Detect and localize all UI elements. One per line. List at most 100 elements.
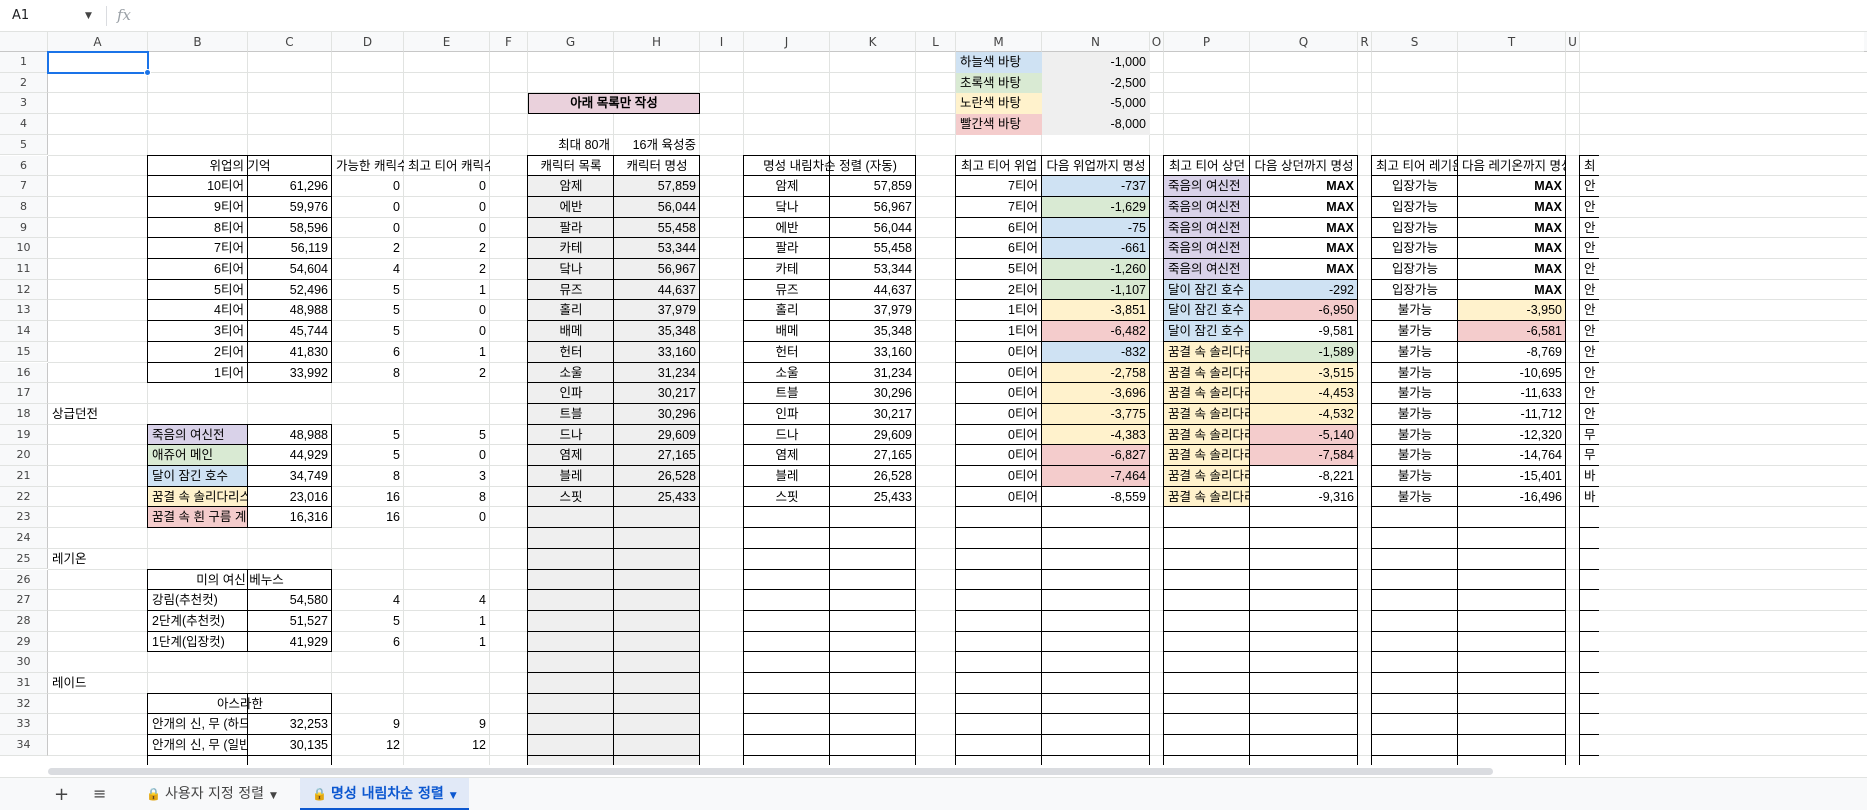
column-header-d[interactable]: D bbox=[332, 32, 404, 52]
row-header-33[interactable]: 33 bbox=[0, 714, 48, 736]
legion-status-table-hline bbox=[1372, 651, 1566, 653]
char-legion-status: 입장가능 bbox=[1391, 262, 1438, 276]
row-header-11[interactable]: 11 bbox=[0, 259, 48, 280]
column-header-c[interactable]: C bbox=[248, 32, 332, 52]
input-row-bg[interactable] bbox=[528, 548, 700, 570]
column-header-k[interactable]: K bbox=[830, 32, 916, 52]
column-header-q[interactable]: Q bbox=[1250, 32, 1358, 52]
row-header-8[interactable]: 8 bbox=[0, 196, 48, 218]
tab-custom-sort[interactable]: 🔒 사용자 지정 정렬 ▼ bbox=[134, 778, 289, 810]
row-header-10[interactable]: 10 bbox=[0, 238, 48, 259]
char-max-dungeon: 죽음의 여신전 bbox=[1164, 238, 1250, 259]
add-sheet-button[interactable]: + bbox=[54, 784, 69, 805]
scrollbar-thumb[interactable] bbox=[48, 768, 1493, 775]
column-header-l[interactable]: L bbox=[916, 32, 956, 52]
selected-cell-a1[interactable] bbox=[47, 51, 149, 74]
column-header-m[interactable]: M bbox=[956, 32, 1042, 52]
input-row-bg[interactable] bbox=[528, 673, 700, 694]
row-header-16[interactable]: 16 bbox=[0, 362, 48, 384]
row-header-28[interactable]: 28 bbox=[0, 610, 48, 632]
row-header-34[interactable]: 34 bbox=[0, 735, 48, 756]
row-header-17[interactable]: 17 bbox=[0, 383, 48, 404]
row-header-1[interactable]: 1 bbox=[0, 52, 48, 73]
legend-label: 하늘색 바탕 bbox=[956, 52, 1042, 73]
row-header-22[interactable]: 22 bbox=[0, 486, 48, 508]
next-dungeon-fame: MAX bbox=[1326, 262, 1354, 276]
column-header-j[interactable]: J bbox=[744, 32, 830, 52]
tier-status-table-hline bbox=[956, 382, 1150, 384]
select-all-corner[interactable] bbox=[0, 32, 48, 52]
column-header-h[interactable]: H bbox=[614, 32, 700, 52]
horizontal-scrollbar[interactable] bbox=[48, 765, 1867, 777]
tier-status-table-hline bbox=[956, 361, 1150, 363]
row-header-9[interactable]: 9 bbox=[0, 217, 48, 239]
row-header-20[interactable]: 20 bbox=[0, 445, 48, 466]
row-header-13[interactable]: 13 bbox=[0, 300, 48, 322]
column-header-r[interactable]: R bbox=[1358, 32, 1372, 52]
column-header-o[interactable]: O bbox=[1150, 32, 1164, 52]
fill-handle[interactable] bbox=[144, 68, 151, 76]
all-sheets-icon[interactable]: ≡ bbox=[93, 784, 106, 803]
row-header-14[interactable]: 14 bbox=[0, 321, 48, 342]
legion-status-table-hline bbox=[1372, 734, 1566, 736]
input-row-bg[interactable] bbox=[528, 755, 700, 765]
chevron-down-icon[interactable]: ▼ bbox=[450, 791, 457, 801]
row-header-21[interactable]: 21 bbox=[0, 466, 48, 487]
input-row-bg[interactable] bbox=[528, 507, 700, 529]
next-tier-fame: -3,696 bbox=[1042, 383, 1150, 404]
name-box-dropdown-icon[interactable]: ▼ bbox=[85, 11, 92, 21]
row-header-6[interactable]: 6 bbox=[0, 155, 48, 177]
input-row-bg[interactable] bbox=[528, 631, 700, 653]
input-row-bg[interactable] bbox=[528, 610, 700, 632]
tab-fame-desc-sort[interactable]: 🔒 명성 내림차순 정렬 ▼ bbox=[300, 778, 469, 810]
row-header-12[interactable]: 12 bbox=[0, 279, 48, 301]
row-header-3[interactable]: 3 bbox=[0, 93, 48, 115]
row-header-32[interactable]: 32 bbox=[0, 693, 48, 715]
input-row-bg[interactable] bbox=[528, 590, 700, 611]
row-header-26[interactable]: 26 bbox=[0, 569, 48, 591]
column-header-u[interactable]: U bbox=[1566, 32, 1580, 52]
input-row-bg[interactable] bbox=[528, 735, 700, 756]
row-header-29[interactable]: 29 bbox=[0, 631, 48, 653]
chevron-down-icon[interactable]: ▼ bbox=[270, 791, 277, 801]
row-header-24[interactable]: 24 bbox=[0, 528, 48, 549]
row-header-4[interactable]: 4 bbox=[0, 114, 48, 135]
column-header-t[interactable]: T bbox=[1458, 32, 1566, 52]
input-row-bg[interactable] bbox=[528, 693, 700, 715]
char-max-dungeon: 꿈결 속 솔리다리스 bbox=[1164, 362, 1250, 384]
row-header-5[interactable]: 5 bbox=[0, 134, 48, 156]
column-header-a[interactable]: A bbox=[48, 32, 148, 52]
column-header-n[interactable]: N bbox=[1042, 32, 1150, 52]
sorted-table-hline bbox=[744, 672, 916, 673]
legion-table-hline bbox=[148, 651, 332, 653]
input-row-bg[interactable] bbox=[528, 714, 700, 736]
column-header-p[interactable]: P bbox=[1164, 32, 1250, 52]
row-header-23[interactable]: 23 bbox=[0, 507, 48, 529]
input-row-bg[interactable] bbox=[528, 569, 700, 591]
row-header-30[interactable]: 30 bbox=[0, 652, 48, 673]
row-header-2[interactable]: 2 bbox=[0, 72, 48, 94]
column-header-g[interactable]: G bbox=[528, 32, 614, 52]
column-header-s[interactable]: S bbox=[1372, 32, 1458, 52]
column-header-i[interactable]: I bbox=[700, 32, 744, 52]
name-box[interactable]: A1 bbox=[12, 8, 29, 23]
sorted-char-name: 카테 bbox=[775, 262, 799, 276]
legend-label: 초록색 바탕 bbox=[956, 72, 1042, 94]
sheet-grid[interactable]: A B C D E F G H I J K L M N O P Q R S T U 1 2 3 4 5 6 7 8 9 10 11 12 13 14… bbox=[0, 32, 1867, 765]
input-row-bg[interactable] bbox=[528, 652, 700, 673]
row-header-31[interactable]: 31 bbox=[0, 673, 48, 694]
tier-status-table-hline bbox=[956, 423, 1150, 425]
char-max-dungeon: 죽음의 여신전 bbox=[1164, 217, 1250, 239]
column-header-b[interactable]: B bbox=[148, 32, 248, 52]
dungeon-status-table-hline bbox=[1164, 465, 1358, 466]
column-header-f[interactable]: F bbox=[490, 32, 528, 52]
row-header-25[interactable]: 25 bbox=[0, 548, 48, 570]
row-header-15[interactable]: 15 bbox=[0, 341, 48, 363]
input-row-bg[interactable] bbox=[528, 528, 700, 549]
row-header-7[interactable]: 7 bbox=[0, 176, 48, 197]
row-header-27[interactable]: 27 bbox=[0, 590, 48, 611]
row-header-18[interactable]: 18 bbox=[0, 403, 48, 425]
possible-count: 5 bbox=[393, 427, 400, 442]
column-header-e[interactable]: E bbox=[404, 32, 490, 52]
row-header-19[interactable]: 19 bbox=[0, 424, 48, 446]
